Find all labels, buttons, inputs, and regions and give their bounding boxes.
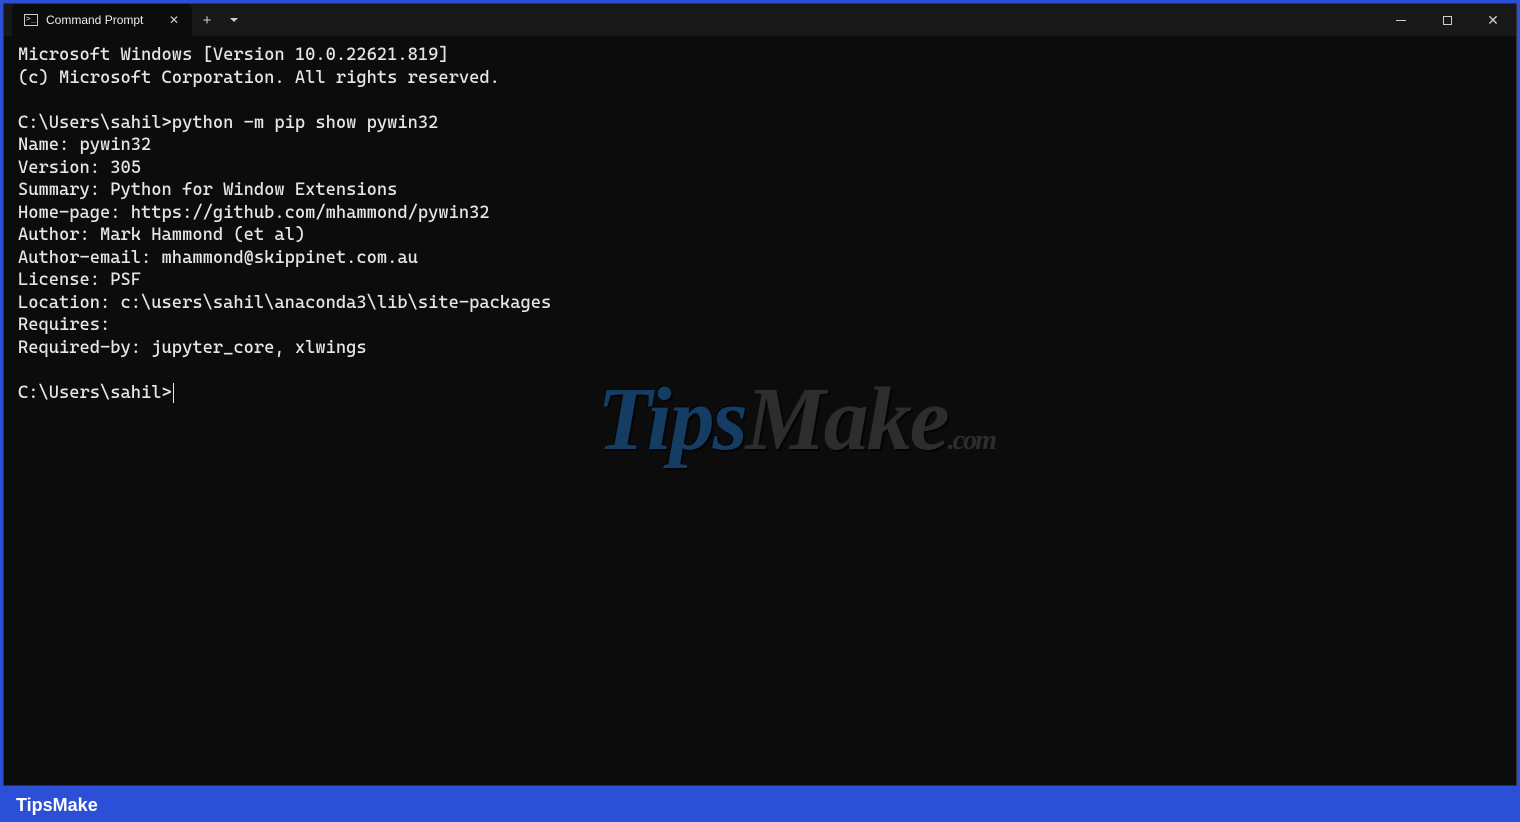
close-window-button[interactable]: ✕ [1470, 4, 1516, 36]
watermark-com: .com [948, 425, 995, 456]
output-line: Author: Mark Hammond (et al) [18, 225, 305, 245]
watermark-logo: TipsMake.com [474, 386, 995, 475]
watermark-make: Make [746, 370, 948, 469]
close-tab-button[interactable]: ✕ [166, 12, 182, 28]
output-line: Version: 305 [18, 158, 141, 178]
tab-command-prompt[interactable]: Command Prompt ✕ [12, 4, 192, 36]
titlebar: Command Prompt ✕ + ✕ [4, 4, 1516, 36]
new-tab-button[interactable]: + [192, 4, 222, 36]
minimize-button[interactable] [1378, 4, 1424, 36]
text-cursor [173, 383, 174, 403]
window-controls: ✕ [1378, 4, 1516, 36]
terminal-window: Command Prompt ✕ + ✕ Microsoft Windows [… [3, 3, 1517, 786]
close-icon: ✕ [1487, 13, 1499, 27]
output-line: Summary: Python for Window Extensions [18, 180, 397, 200]
output-line: Author-email: mhammond@skippinet.com.au [18, 248, 418, 268]
output-line: Microsoft Windows [Version 10.0.22621.81… [18, 45, 449, 65]
cmd-icon [24, 14, 38, 26]
output-line: License: PSF [18, 270, 141, 290]
output-line: Requires: [18, 315, 110, 335]
watermark-tips: Tips [597, 370, 746, 469]
caption-text: TipsMake [16, 795, 98, 816]
chevron-down-icon [230, 18, 238, 22]
maximize-button[interactable] [1424, 4, 1470, 36]
tab-title: Command Prompt [46, 13, 158, 27]
terminal-output[interactable]: Microsoft Windows [Version 10.0.22621.81… [4, 36, 1516, 785]
maximize-icon [1443, 16, 1452, 25]
tab-dropdown-button[interactable] [222, 4, 246, 36]
output-line: Name: pywin32 [18, 135, 151, 155]
output-line: (c) Microsoft Corporation. All rights re… [18, 68, 500, 88]
caption-bar: TipsMake [0, 788, 1520, 822]
minimize-icon [1396, 20, 1406, 21]
output-line: Location: c:\users\sahil\anaconda3\lib\s… [18, 293, 551, 313]
prompt-line: C:\Users\sahil>python -m pip show pywin3… [18, 113, 438, 133]
output-line: Home-page: https://github.com/mhammond/p… [18, 203, 490, 223]
prompt-line: C:\Users\sahil> [18, 383, 172, 403]
output-line: Required-by: jupyter_core, xlwings [18, 338, 367, 358]
